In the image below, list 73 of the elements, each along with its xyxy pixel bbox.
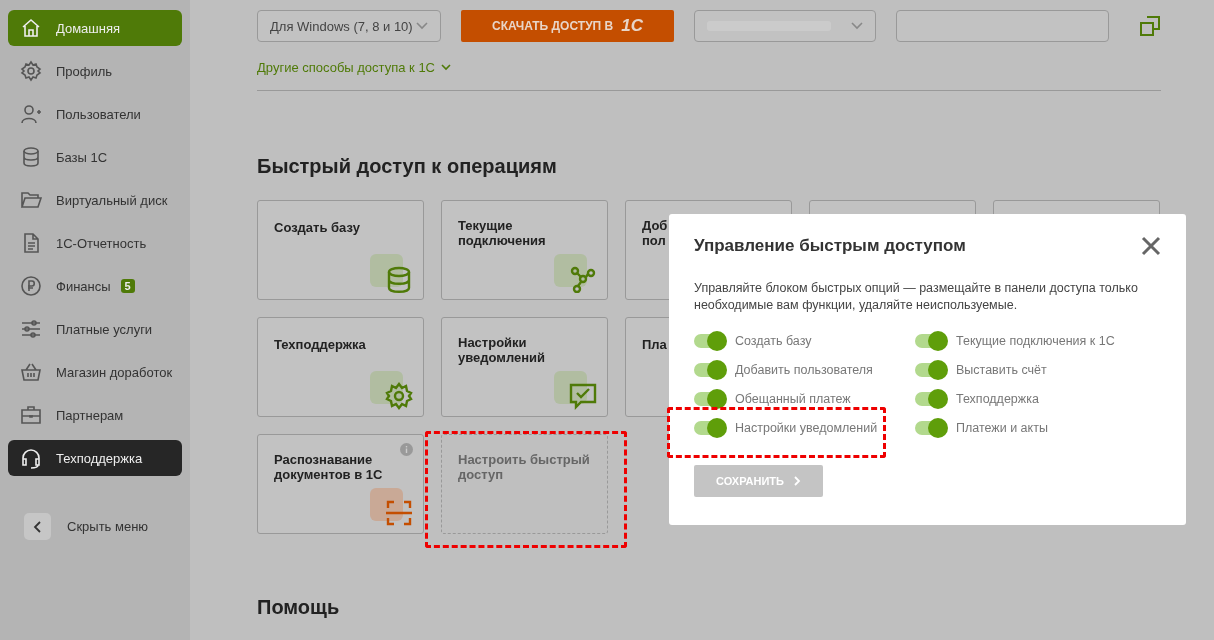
sidebar-item[interactable]: Домашняя	[8, 10, 182, 46]
sidebar-icon	[20, 361, 42, 383]
toggle-label: Платежи и акты	[956, 421, 1048, 435]
modal-title: Управление быстрым доступом	[694, 236, 966, 256]
toggle-switch[interactable]	[915, 334, 946, 348]
toggle-switch[interactable]	[694, 392, 725, 406]
platform-select[interactable]: Для Windows (7, 8 и 10)	[257, 10, 441, 42]
sidebar-item[interactable]: Платные услуги	[8, 311, 182, 347]
chevron-left-icon	[32, 520, 43, 533]
tile-icon	[554, 254, 597, 293]
tile-icon	[370, 371, 413, 410]
toggle-label: Добавить пользователя	[735, 363, 873, 377]
toggle-label: Создать базу	[735, 334, 812, 348]
tile-icon	[370, 254, 413, 293]
tile-card[interactable]: Техподдержка	[257, 317, 424, 417]
sidebar-icon	[20, 404, 42, 426]
close-button[interactable]	[1141, 236, 1161, 256]
copy-icon[interactable]	[1139, 15, 1161, 37]
tile-title: Создать базу	[274, 220, 360, 235]
sidebar-item[interactable]: Партнерам	[8, 397, 182, 433]
sidebar-icon	[20, 17, 42, 39]
tile-title: Пла	[642, 337, 667, 352]
sidebar-icon	[20, 60, 42, 82]
toggle-switch[interactable]	[915, 392, 946, 406]
sidebar-icon	[20, 189, 42, 211]
sidebar-item[interactable]: Виртуальный диск	[8, 182, 182, 218]
tile-card[interactable]: Настройки уведомлений	[441, 317, 608, 417]
sidebar-icon	[20, 146, 42, 168]
download-button[interactable]: СКАЧАТЬ ДОСТУП В 1С	[461, 10, 674, 42]
chevron-down-icon	[851, 22, 863, 30]
section-title: Помощь	[257, 596, 341, 619]
sidebar-item[interactable]: Профиль	[8, 53, 182, 89]
chevron-down-icon	[416, 22, 428, 30]
modal-description: Управляйте блоком быстрых опций — размещайте в панели доступа только необходимые вам функции, удаляйте неиспользуемые.	[694, 280, 1139, 314]
toggle-label: Обещанный платеж	[735, 392, 851, 406]
dropdown-field[interactable]	[694, 10, 876, 42]
tile-card[interactable]: Текущие подключения	[441, 200, 608, 300]
tile-icon	[554, 371, 597, 410]
info-icon[interactable]	[400, 443, 413, 456]
chevron-right-icon	[793, 476, 801, 486]
sidebar-icon	[20, 318, 42, 340]
toggle-switch[interactable]	[915, 421, 946, 435]
tile-card[interactable]: Распознавание документов в 1С	[257, 434, 424, 534]
count-badge: 5	[120, 279, 135, 293]
sidebar-item[interactable]: 1С-Отчетность	[8, 225, 182, 261]
sidebar-icon	[20, 275, 42, 297]
sidebar-icon	[20, 103, 42, 125]
chevron-down-icon	[441, 64, 451, 71]
sidebar-item[interactable]: Пользователи	[8, 96, 182, 132]
tile-title: Настройки уведомлений	[458, 335, 547, 365]
toggle-switch[interactable]	[694, 421, 725, 435]
toggle-label: Настройки уведомлений	[735, 421, 878, 435]
toggle-label: Техподдержка	[956, 392, 1039, 406]
toggle-switch[interactable]	[694, 363, 725, 377]
tile-title: Текущие подключения	[458, 218, 547, 248]
sidebar-item[interactable]: Техподдержка	[8, 440, 182, 476]
sidebar-icon	[20, 447, 42, 469]
collapse-button[interactable]	[24, 513, 51, 540]
tile-title: Распознавание документов в 1С	[274, 452, 384, 482]
section-title: Быстрый доступ к операциям	[257, 155, 558, 178]
input-field[interactable]	[896, 10, 1109, 42]
toggle-label: Выставить счёт	[956, 363, 1047, 377]
collapse-label: Скрыть меню	[67, 519, 149, 534]
tile-icon	[370, 488, 413, 527]
tile-card[interactable]: Создать базу	[257, 200, 424, 300]
sidebar-item[interactable]: Финансы 5	[8, 268, 182, 304]
sidebar-item[interactable]: Базы 1С	[8, 139, 182, 175]
sidebar-item[interactable]: Магазин доработок	[8, 354, 182, 390]
toggle-label: Текущие подключения к 1С	[956, 334, 1115, 348]
tile-title: Техподдержка	[274, 337, 366, 352]
toggle-switch[interactable]	[915, 363, 946, 377]
tile-title: Доб пол	[642, 218, 668, 248]
toggle-switch[interactable]	[694, 334, 725, 348]
